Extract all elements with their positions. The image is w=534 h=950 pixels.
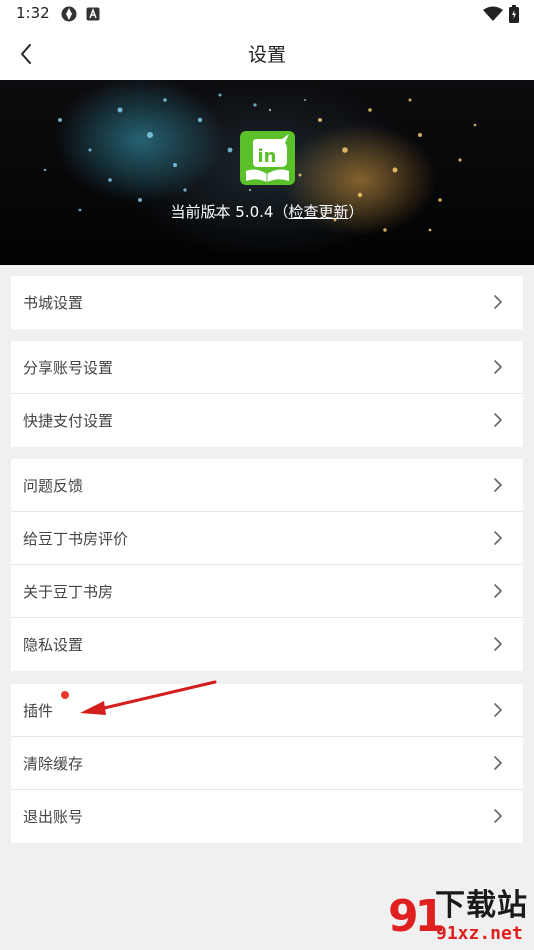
row-label: 问题反馈 <box>23 477 84 495</box>
watermark-title: 下载站 <box>435 888 528 923</box>
settings-section-about: 问题反馈 给豆丁书房评价 关于豆丁书房 隐私设置 <box>11 459 523 671</box>
wifi-icon <box>483 6 503 21</box>
row-label: 退出账号 <box>23 808 84 826</box>
chevron-right-icon <box>494 478 502 492</box>
row-label: 清除缓存 <box>23 755 84 773</box>
chevron-right-icon <box>494 295 502 309</box>
chevron-right-icon <box>494 360 502 374</box>
row-label: 书城设置 <box>23 294 84 312</box>
annotation-arrow <box>80 680 217 715</box>
chevron-right-icon <box>494 703 502 717</box>
settings-section-bookstore: 书城设置 <box>11 276 523 329</box>
chevron-right-icon <box>494 756 502 770</box>
rate-app-row[interactable]: 给豆丁书房评价 <box>11 512 523 565</box>
bookstore-settings-row[interactable]: 书城设置 <box>11 276 523 329</box>
version-text: 当前版本 5.0.4（ <box>170 203 289 221</box>
notification-dot <box>61 691 69 699</box>
watermark-logo-number: 91 <box>388 891 445 942</box>
share-account-settings-row[interactable]: 分享账号设置 <box>11 341 523 394</box>
status-bar: 1:32 <box>0 0 534 28</box>
watermark: 91 下载站 91xz.net <box>388 887 534 950</box>
version-close-paren: ） <box>348 203 364 221</box>
row-label: 隐私设置 <box>23 636 84 654</box>
logout-row[interactable]: 退出账号 <box>11 790 523 843</box>
about-app-row[interactable]: 关于豆丁书房 <box>11 565 523 618</box>
row-label: 快捷支付设置 <box>23 412 114 430</box>
privacy-settings-row[interactable]: 隐私设置 <box>11 618 523 671</box>
row-label: 分享账号设置 <box>23 359 114 377</box>
chevron-right-icon <box>494 584 502 598</box>
clear-cache-row[interactable]: 清除缓存 <box>11 737 523 790</box>
sync-icon <box>61 6 77 22</box>
feedback-row[interactable]: 问题反馈 <box>11 459 523 512</box>
row-label: 插件 <box>23 702 54 720</box>
status-time: 1:32 <box>16 4 50 22</box>
page-title: 设置 <box>247 44 286 66</box>
battery-icon <box>509 5 519 23</box>
svg-text:in: in <box>258 146 277 167</box>
row-label: 给豆丁书房评价 <box>23 530 129 548</box>
chevron-right-icon <box>494 531 502 545</box>
app-notification-icon <box>86 7 100 21</box>
app-logo: in <box>240 131 295 185</box>
check-update-link[interactable]: 检查更新 <box>288 203 348 221</box>
chevron-right-icon <box>494 809 502 823</box>
watermark-url: 91xz.net <box>436 923 523 944</box>
chevron-right-icon <box>494 413 502 427</box>
row-label: 关于豆丁书房 <box>23 583 114 601</box>
chevron-right-icon <box>494 637 502 651</box>
version-line: 当前版本 5.0.4（检查更新） <box>0 201 534 222</box>
banner: in 当前版本 5.0.4（检查更新） <box>0 80 534 265</box>
settings-section-account: 分享账号设置 快捷支付设置 <box>11 341 523 447</box>
top-bar: 设置 <box>0 28 534 80</box>
quick-pay-settings-row[interactable]: 快捷支付设置 <box>11 394 523 447</box>
